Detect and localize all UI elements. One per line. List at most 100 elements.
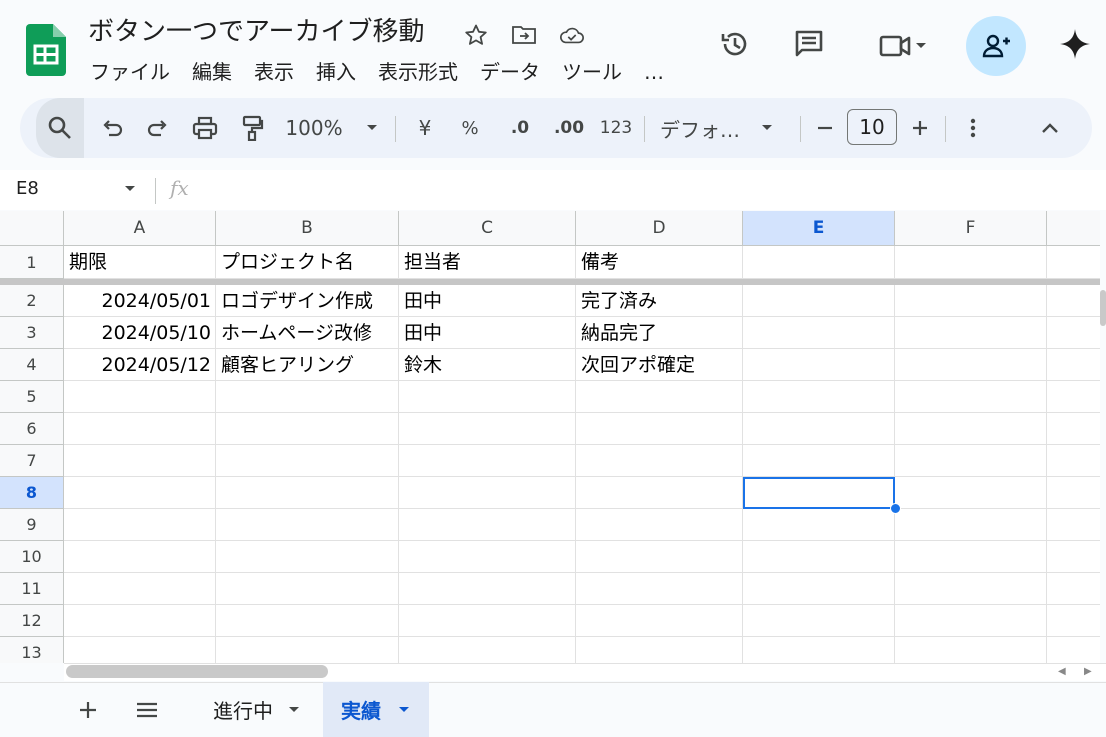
sheets-logo-icon[interactable] xyxy=(26,24,66,76)
row-header-11[interactable]: 11 xyxy=(0,573,64,605)
cell-a13[interactable] xyxy=(64,637,216,663)
meet-button[interactable] xyxy=(868,26,938,66)
cell-a9[interactable] xyxy=(64,509,216,541)
row-header-4[interactable]: 4 xyxy=(0,349,64,381)
cell-f10[interactable] xyxy=(895,541,1047,573)
name-box[interactable]: E8 xyxy=(16,178,39,199)
comments-icon[interactable] xyxy=(789,24,829,64)
cell-g6[interactable] xyxy=(1047,413,1100,445)
all-sheets-menu-icon[interactable] xyxy=(130,692,164,728)
document-title[interactable]: ボタン一つでアーカイブ移動 xyxy=(88,14,424,50)
sheet-tab-results[interactable]: 実績 xyxy=(323,682,429,737)
collapse-menus-icon[interactable] xyxy=(1032,98,1068,158)
cell-d4[interactable]: 次回アポ確定 xyxy=(576,349,743,381)
cell-b2[interactable]: ロゴデザイン作成 xyxy=(216,285,399,317)
share-button[interactable] xyxy=(966,16,1026,76)
font-size-decrease-icon[interactable] xyxy=(810,98,840,158)
cell-g7[interactable] xyxy=(1047,445,1100,477)
cell-c10[interactable] xyxy=(399,541,576,573)
cell-c9[interactable] xyxy=(399,509,576,541)
cell-a4[interactable]: 2024/05/12 xyxy=(64,349,216,381)
star-icon[interactable] xyxy=(463,22,489,48)
version-history-icon[interactable] xyxy=(715,24,755,64)
select-all-corner[interactable] xyxy=(0,211,64,246)
cell-a10[interactable] xyxy=(64,541,216,573)
cell-g1[interactable] xyxy=(1047,246,1100,279)
row-header-12[interactable]: 12 xyxy=(0,605,64,637)
cell-e4[interactable] xyxy=(743,349,895,381)
font-size-increase-icon[interactable] xyxy=(905,98,935,158)
cell-d9[interactable] xyxy=(576,509,743,541)
cell-c7[interactable] xyxy=(399,445,576,477)
cell-c8[interactable] xyxy=(399,477,576,509)
cell-a5[interactable] xyxy=(64,381,216,413)
cell-c6[interactable] xyxy=(399,413,576,445)
row-header-3[interactable]: 3 xyxy=(0,317,64,349)
move-to-folder-icon[interactable] xyxy=(511,22,537,48)
cell-f11[interactable] xyxy=(895,573,1047,605)
row-header-8[interactable]: 8 xyxy=(0,477,64,509)
cell-b8[interactable] xyxy=(216,477,399,509)
cell-d11[interactable] xyxy=(576,573,743,605)
menu-edit[interactable]: 編集 xyxy=(192,58,232,86)
zoom-select[interactable]: 100% xyxy=(282,98,382,158)
cell-c11[interactable] xyxy=(399,573,576,605)
cell-b12[interactable] xyxy=(216,605,399,637)
cell-b5[interactable] xyxy=(216,381,399,413)
cell-g13[interactable] xyxy=(1047,637,1100,663)
row-header-5[interactable]: 5 xyxy=(0,381,64,413)
font-select[interactable]: デフォ… xyxy=(660,98,790,158)
row-header-13[interactable]: 13 xyxy=(0,637,64,663)
more-options-icon[interactable] xyxy=(958,98,988,158)
column-header-a[interactable]: A xyxy=(64,211,216,246)
cell-c3[interactable]: 田中 xyxy=(399,317,576,349)
undo-icon[interactable] xyxy=(92,98,132,158)
cell-b6[interactable] xyxy=(216,413,399,445)
cloud-saved-icon[interactable] xyxy=(559,22,585,48)
column-header-c[interactable]: C xyxy=(399,211,576,246)
paint-format-icon[interactable] xyxy=(232,98,272,158)
cell-e10[interactable] xyxy=(743,541,895,573)
cell-e7[interactable] xyxy=(743,445,895,477)
cell-a11[interactable] xyxy=(64,573,216,605)
cell-d5[interactable] xyxy=(576,381,743,413)
column-header-b[interactable]: B xyxy=(216,211,399,246)
currency-format-button[interactable]: ¥ xyxy=(410,98,440,158)
cell-d7[interactable] xyxy=(576,445,743,477)
cell-b9[interactable] xyxy=(216,509,399,541)
cell-c2[interactable]: 田中 xyxy=(399,285,576,317)
sheet-tab-in-progress[interactable]: 進行中 xyxy=(198,682,318,737)
font-size-input[interactable]: 10 xyxy=(847,109,897,145)
menu-more[interactable]: … xyxy=(644,58,664,86)
row-header-10[interactable]: 10 xyxy=(0,541,64,573)
add-sheet-icon[interactable] xyxy=(72,692,104,728)
menu-format[interactable]: 表示形式 xyxy=(378,58,458,86)
menu-file[interactable]: ファイル xyxy=(90,58,170,86)
cell-g12[interactable] xyxy=(1047,605,1100,637)
cell-d13[interactable] xyxy=(576,637,743,663)
cell-b7[interactable] xyxy=(216,445,399,477)
cell-f12[interactable] xyxy=(895,605,1047,637)
cell-e2[interactable] xyxy=(743,285,895,317)
cell-e11[interactable] xyxy=(743,573,895,605)
cell-d2[interactable]: 完了済み xyxy=(576,285,743,317)
cell-e5[interactable] xyxy=(743,381,895,413)
number-format-button[interactable]: 123 xyxy=(594,98,638,158)
cell-f7[interactable] xyxy=(895,445,1047,477)
vertical-scroll-thumb[interactable] xyxy=(1100,290,1106,326)
menu-tools[interactable]: ツール xyxy=(562,58,622,86)
cell-f2[interactable] xyxy=(895,285,1047,317)
column-header-d[interactable]: D xyxy=(576,211,743,246)
row-header-6[interactable]: 6 xyxy=(0,413,64,445)
row-header-9[interactable]: 9 xyxy=(0,509,64,541)
cell-d12[interactable] xyxy=(576,605,743,637)
search-menus-icon[interactable] xyxy=(36,98,84,158)
cell-c12[interactable] xyxy=(399,605,576,637)
column-header-f[interactable]: F xyxy=(895,211,1047,246)
row-header-2[interactable]: 2 xyxy=(0,285,64,317)
increase-decimal-button[interactable]: .00 xyxy=(547,98,591,158)
print-icon[interactable] xyxy=(185,98,225,158)
cell-f13[interactable] xyxy=(895,637,1047,663)
cell-g3[interactable] xyxy=(1047,317,1100,349)
gemini-sparkle-icon[interactable] xyxy=(1055,24,1095,64)
